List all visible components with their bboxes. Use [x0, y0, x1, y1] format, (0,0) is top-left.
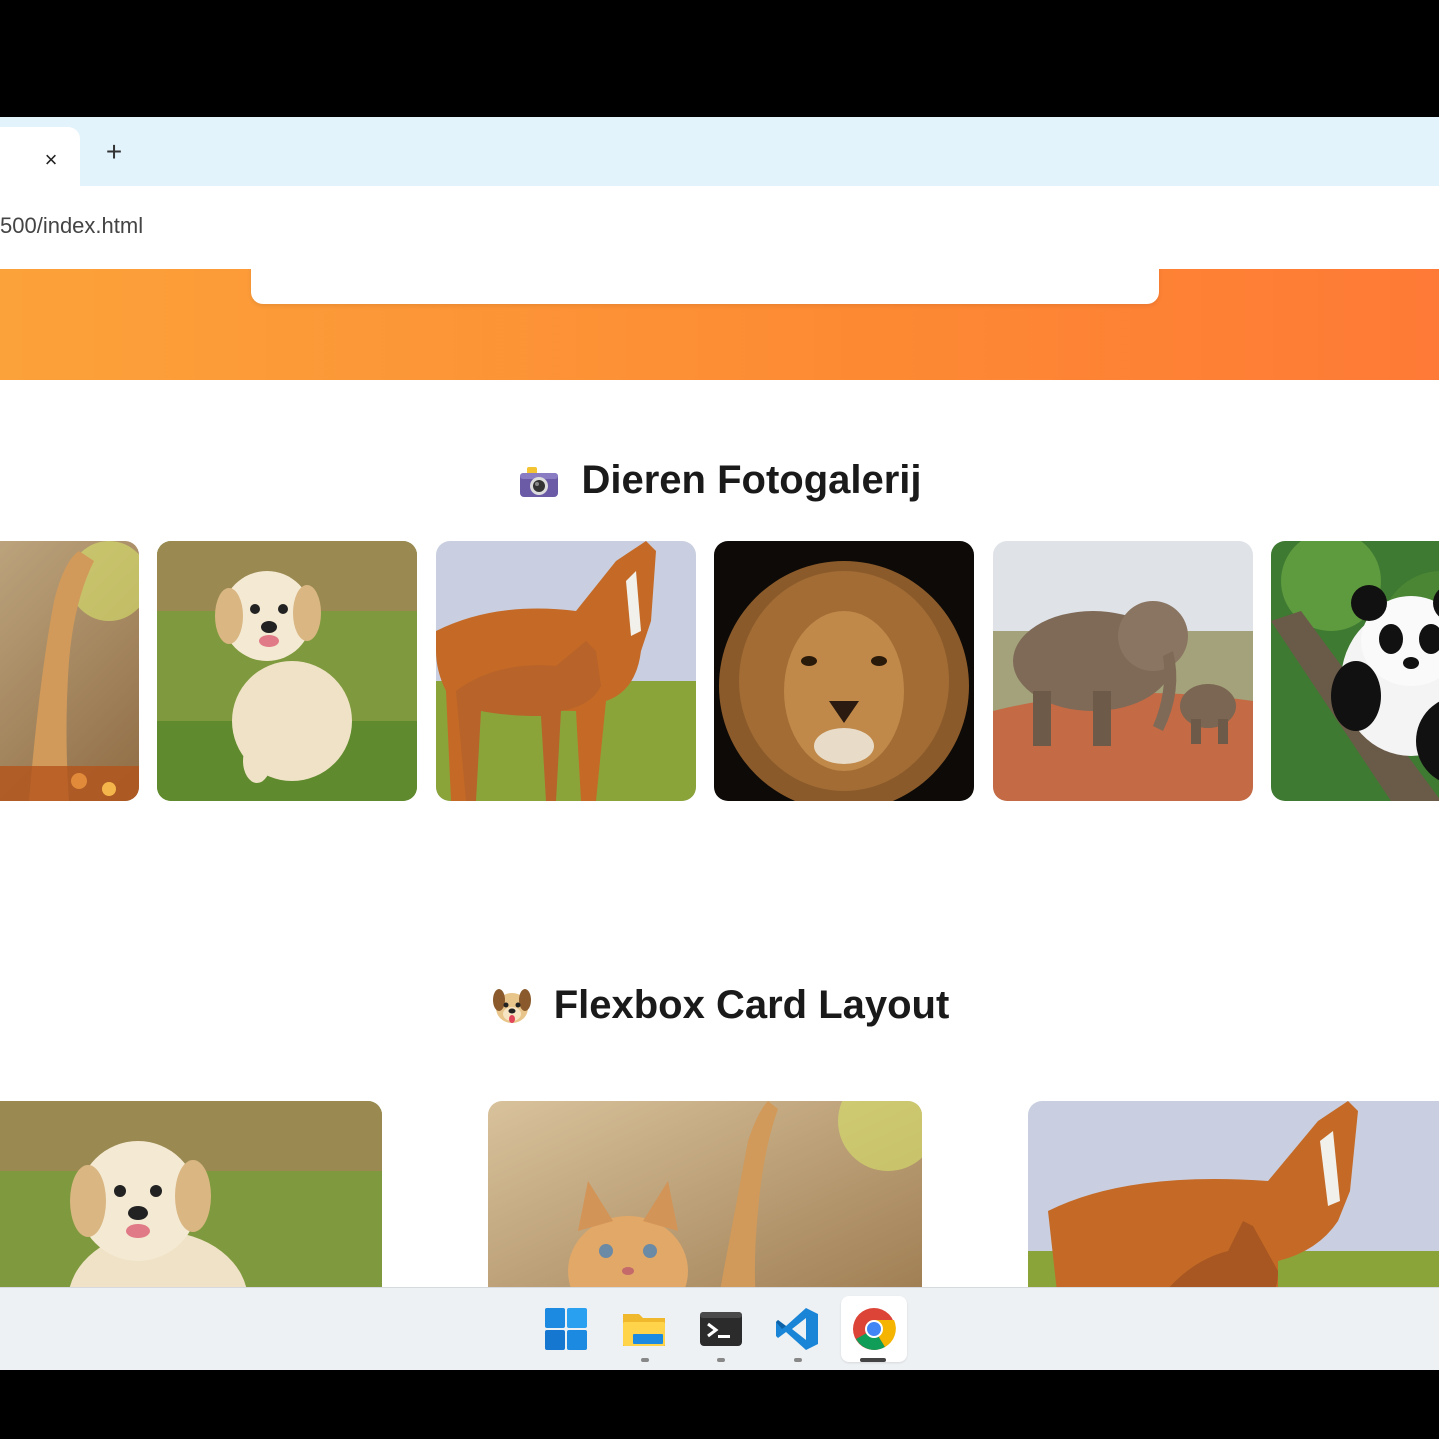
dog-face-icon	[492, 988, 531, 1023]
gallery-photo-panda[interactable]	[1271, 541, 1439, 801]
hero-banner	[0, 269, 1439, 380]
card-puppy[interactable]	[0, 1101, 382, 1287]
vscode-icon[interactable]	[774, 1306, 820, 1352]
browser-window: × + 500/index.html Dieren Fotogalerij Fl…	[0, 117, 1439, 1370]
browser-tab[interactable]: ×	[0, 127, 80, 186]
cards-heading: Flexbox Card Layout	[0, 983, 1439, 1028]
file-explorer-icon[interactable]	[621, 1306, 667, 1352]
page-content: Dieren Fotogalerij Flexbox Card Layout	[0, 269, 1439, 1287]
gallery-photo-horses[interactable]	[436, 541, 696, 801]
card-kitten[interactable]	[488, 1101, 922, 1287]
terminal-icon[interactable]	[698, 1306, 744, 1352]
chrome-active-indicator	[860, 1358, 886, 1362]
taskbar	[0, 1287, 1439, 1370]
tab-bar: × +	[0, 117, 1439, 186]
card-horses[interactable]	[1028, 1101, 1439, 1287]
vscode-running-indicator	[794, 1358, 802, 1362]
new-tab-button[interactable]: +	[100, 138, 128, 167]
gallery-photo-kitten[interactable]	[0, 541, 139, 801]
gallery-photo-elephants[interactable]	[993, 541, 1253, 801]
hero-card	[251, 269, 1159, 304]
terminal-running-indicator	[717, 1358, 725, 1362]
camera-icon	[520, 466, 559, 497]
cards-title: Flexbox Card Layout	[553, 983, 950, 1027]
gallery-heading: Dieren Fotogalerij	[0, 458, 1439, 503]
gallery-title: Dieren Fotogalerij	[581, 458, 922, 502]
address-bar[interactable]: 500/index.html	[0, 186, 1439, 270]
photo-gallery	[0, 541, 1439, 801]
gallery-photo-puppy[interactable]	[157, 541, 417, 801]
file-explorer-running-indicator	[641, 1358, 649, 1362]
windows-start-icon[interactable]	[543, 1306, 589, 1352]
chrome-icon[interactable]	[851, 1306, 897, 1352]
close-tab-icon[interactable]: ×	[38, 147, 64, 173]
address-text[interactable]: 500/index.html	[0, 213, 143, 239]
gallery-photo-lion[interactable]	[714, 541, 974, 801]
card-row	[0, 1101, 1439, 1287]
